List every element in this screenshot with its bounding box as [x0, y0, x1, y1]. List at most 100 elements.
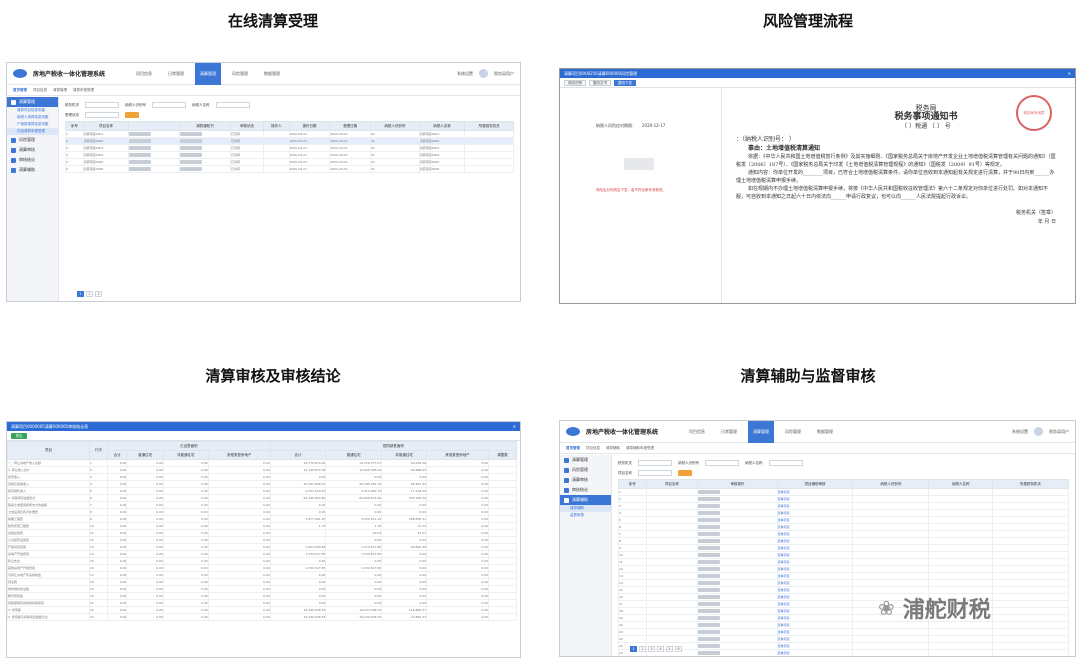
view-project-link[interactable]: 查看项目 [778, 504, 790, 508]
table-row[interactable]: 4 查看项目 [618, 509, 1069, 517]
view-project-link[interactable]: 查看项目 [778, 581, 790, 585]
sidebar-item-settlement[interactable]: 清算管理 [560, 455, 611, 465]
view-project-link[interactable]: 查看项目 [778, 609, 790, 613]
page-2[interactable]: 2 [86, 291, 93, 297]
audit-action-tag[interactable] [698, 497, 721, 501]
sidebar-sub-item[interactable]: 尸清算清算信息采集 [7, 121, 58, 128]
action-tag[interactable] [180, 132, 203, 136]
action-tag[interactable] [129, 139, 152, 143]
sidebar-item-settlement[interactable]: 清算管理 [7, 97, 58, 107]
table-row[interactable]: 6 查看项目 [618, 523, 1069, 531]
audit-action-tag[interactable] [698, 588, 721, 592]
sidebar-sub-item[interactable]: 清算项目信息采集 [7, 107, 58, 114]
action-tag[interactable] [180, 146, 203, 150]
table-row[interactable]: 4 清算项目0004 已清算 2020-09-21 2020-09-21 91 清算项目00… [65, 151, 514, 159]
view-project-link[interactable]: 查看项目 [778, 602, 790, 606]
nav-daily[interactable]: 日常管理 [163, 63, 189, 85]
action-tag[interactable] [129, 160, 152, 164]
taxpayer-name-input[interactable] [768, 460, 803, 466]
audit-action-tag[interactable] [698, 644, 721, 648]
view-project-link[interactable]: 查看项目 [778, 595, 790, 599]
sidebar-sub-item[interactable]: 纳税人清算信息采集 [7, 114, 58, 121]
table-row[interactable]: 19 查看项目 [618, 614, 1069, 622]
sidebar-item-conclusion[interactable]: 审核结论 [560, 485, 611, 495]
audit-action-tag[interactable] [698, 630, 721, 634]
action-tag[interactable] [180, 160, 203, 164]
sidebar-sub-item-active[interactable]: 清算辅助 [560, 505, 611, 512]
view-project-link[interactable]: 查看项目 [778, 532, 790, 536]
sidebar-item-review[interactable]: 清算审核 [560, 475, 611, 485]
avatar[interactable] [1034, 427, 1043, 436]
crumb-settlement[interactable]: 清算管理 [53, 88, 67, 93]
table-row[interactable]: 6 清算项目0006 已清算 2020-09-21 2020-09-21 91 清算项目00… [65, 165, 514, 173]
audit-action-tag[interactable] [698, 637, 721, 641]
view-project-link[interactable]: 查看项目 [778, 574, 790, 578]
view-project-link[interactable]: 查看项目 [778, 644, 790, 648]
sidebar-item-assist[interactable]: 清算辅助 [560, 495, 611, 505]
nav-daily[interactable]: 日常管理 [716, 421, 742, 443]
view-project-link[interactable]: 查看项目 [778, 546, 790, 550]
action-tag[interactable] [180, 167, 203, 171]
page-3[interactable]: 3 [648, 646, 655, 652]
action-tag[interactable] [129, 153, 152, 157]
page-3[interactable]: 3 [95, 291, 102, 297]
project-name-input[interactable] [638, 470, 672, 476]
sidebar-item-review[interactable]: 清算审核 [7, 145, 58, 155]
view-project-link[interactable]: 查看项目 [778, 637, 790, 641]
table-row[interactable]: 5 清算项目0005 已清算 2020-09-21 2020-09-21 91 清算项目00… [65, 158, 514, 166]
nav-data[interactable]: 数据管理 [259, 63, 285, 85]
audit-action-tag[interactable] [698, 651, 721, 655]
sidebar-sub-item-active[interactable]: 在线清算申报受理 [7, 128, 58, 135]
status-select[interactable] [85, 112, 119, 118]
table-row[interactable]: 2 4 查看项目 [618, 649, 1069, 656]
sidebar-item-conclusion[interactable]: 审核结论 [7, 155, 58, 165]
sidebar-item-risk[interactable]: 风险管理 [7, 135, 58, 145]
deadline-value[interactable]: 2020-12-17 [642, 123, 665, 129]
view-project-link[interactable]: 查看项目 [778, 616, 790, 620]
crumb-assist[interactable]: 清算辅助 [606, 446, 620, 451]
audit-action-tag[interactable] [698, 490, 721, 494]
close-icon[interactable]: ✕ [513, 424, 516, 429]
table-row[interactable]: 18 查看项目 [618, 607, 1069, 615]
rectify-doc-button[interactable]: 整改文书 [589, 79, 611, 86]
nav-project[interactable]: 项目信息 [684, 421, 710, 443]
table-row[interactable]: 15 查看项目 [618, 586, 1069, 594]
table-row[interactable]: 2 清算项目0002 已清算 2020-09-21 2020-09-21 91 清算项目00… [65, 137, 514, 145]
nav-settlement[interactable]: 清算管理 [748, 421, 775, 443]
audit-action-tag[interactable] [698, 518, 721, 522]
tax-office-input[interactable] [85, 102, 119, 108]
view-project-link[interactable]: 查看项目 [778, 525, 790, 529]
table-row[interactable]: 7 查看项目 [618, 530, 1069, 538]
action-tag[interactable] [180, 139, 203, 143]
search-button[interactable] [678, 470, 692, 476]
view-project-link[interactable]: 查看项目 [778, 630, 790, 634]
audit-action-tag[interactable] [698, 616, 721, 620]
table-row[interactable]: 13 查看项目 [618, 572, 1069, 580]
sidebar-item-risk[interactable]: 风险管理 [560, 465, 611, 475]
crumb-acceptance[interactable]: 清算辅助申报受理 [626, 446, 654, 451]
audit-action-tag[interactable] [698, 574, 721, 578]
action-tag[interactable] [180, 153, 203, 157]
table-row[interactable]: 17 查看项目 [618, 600, 1069, 608]
audit-action-tag[interactable] [698, 567, 721, 571]
audit-action-tag[interactable] [698, 511, 721, 515]
view-project-link[interactable]: 查看项目 [778, 553, 790, 557]
action-tag[interactable] [129, 167, 152, 171]
table-row[interactable]: 12 查看项目 [618, 565, 1069, 573]
table-row[interactable]: 8 查看项目 [618, 537, 1069, 545]
view-project-link[interactable]: 查看项目 [778, 490, 790, 494]
crumb-project[interactable]: 项目信息 [586, 446, 600, 451]
table-row[interactable]: 11 查看项目 [618, 558, 1069, 566]
crumb-project[interactable]: 项目信息 [33, 88, 47, 93]
view-project-link[interactable]: 查看项目 [778, 560, 790, 564]
taxpayer-id-input[interactable] [152, 102, 186, 108]
sidebar-sub-item[interactable]: 监督审核 [560, 512, 611, 519]
audit-action-tag[interactable] [698, 504, 721, 508]
page-6[interactable]: 6 [675, 646, 682, 652]
table-row[interactable]: 5 查看项目 [618, 516, 1069, 524]
taxpayer-id-input[interactable] [705, 460, 739, 466]
view-project-link[interactable]: 查看项目 [778, 511, 790, 515]
action-tag[interactable] [129, 132, 152, 136]
view-project-link[interactable]: 查看项目 [778, 623, 790, 627]
table-row[interactable]: 1 清算项目0001 已清算 2020-09-21 2020-09-21 91 清算项目00… [65, 130, 514, 138]
